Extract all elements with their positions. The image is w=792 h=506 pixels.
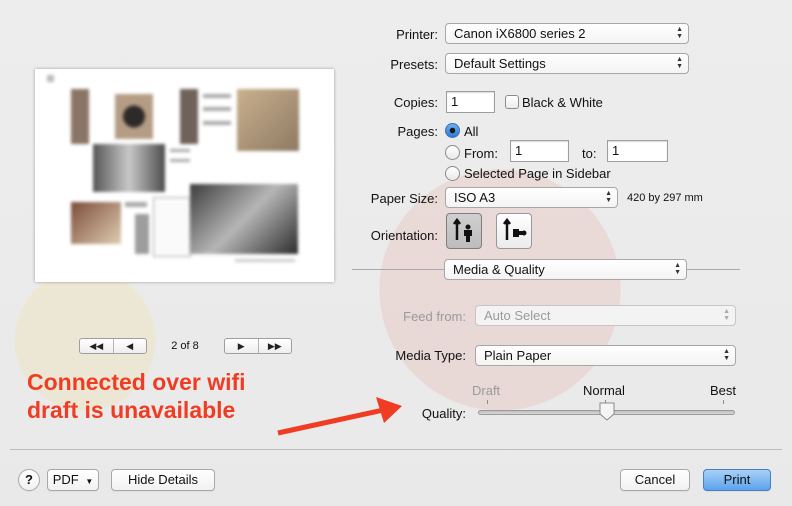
popup-arrows-icon: ▲ ▼ [605, 190, 612, 204]
media-type-value: Plain Paper [484, 348, 552, 363]
preview-thumb [170, 149, 190, 152]
cancel-button[interactable]: Cancel [620, 469, 690, 491]
chevron-down-icon: ▼ [85, 477, 94, 486]
preview-thumb [115, 94, 153, 139]
landscape-icon [503, 217, 527, 240]
pages-to-label: to: [582, 146, 597, 161]
preview-thumb [153, 197, 191, 257]
preview-thumb [190, 184, 298, 254]
quality-normal-label: Normal [583, 383, 625, 398]
preview-thumb [71, 202, 121, 244]
help-button[interactable]: ? [18, 469, 40, 491]
paper-size-value: ISO A3 [454, 190, 496, 205]
copies-field[interactable]: 1 [446, 91, 495, 113]
pages-from-label: From: [464, 146, 498, 161]
last-page-icon[interactable]: ▶▶ [257, 339, 292, 353]
preview-nav-forward: ▶ ▶▶ [224, 338, 292, 354]
copies-label: Copies: [393, 95, 438, 110]
printer-value: Canon iX6800 series 2 [454, 26, 586, 41]
section-value: Media & Quality [453, 262, 545, 277]
quality-slider-knob[interactable] [599, 402, 615, 421]
previous-page-icon[interactable]: ◀ [112, 339, 147, 353]
preview-thumb [47, 75, 54, 82]
page-indicator: 2 of 8 [171, 340, 199, 352]
annotation-text-line-1: Connected over wifi [27, 369, 246, 395]
printer-label: Printer: [396, 27, 438, 42]
presets-label: Presets: [390, 57, 438, 72]
popup-arrows-icon: ▲ ▼ [723, 348, 730, 362]
pages-all-radio[interactable] [445, 123, 460, 138]
orientation-label: Orientation: [370, 228, 438, 243]
footer-separator [10, 449, 782, 450]
presets-value: Default Settings [454, 56, 546, 71]
paper-dimensions: 420 by 297 mm [627, 192, 703, 204]
preview-thumb [135, 214, 149, 254]
printer-select[interactable]: Canon iX6800 series 2 ▲ ▼ [445, 23, 689, 44]
black-white-label: Black & White [522, 95, 603, 110]
pdf-label: PDF [52, 472, 79, 487]
pdf-menu-button[interactable]: PDF ▼ [47, 469, 99, 491]
hide-details-button[interactable]: Hide Details [111, 469, 215, 491]
pages-from-radio[interactable] [445, 145, 460, 160]
media-type-label: Media Type: [395, 348, 466, 363]
annotation-text-line-2: draft is unavailable [27, 397, 236, 423]
preview-thumb [237, 89, 299, 151]
popup-arrows-icon: ▲ ▼ [723, 308, 730, 322]
preview-thumb [235, 259, 295, 262]
presets-select[interactable]: Default Settings ▲ ▼ [445, 53, 689, 74]
preview-nav-back: ◀◀ ◀ [79, 338, 147, 354]
paper-size-label: Paper Size: [370, 191, 438, 206]
popup-arrows-icon: ▲ ▼ [676, 26, 683, 40]
page-preview[interactable] [35, 69, 334, 282]
next-page-icon[interactable]: ▶ [225, 339, 258, 353]
preview-thumb [93, 144, 165, 192]
first-page-icon[interactable]: ◀◀ [80, 339, 113, 353]
feed-from-value: Auto Select [484, 308, 551, 323]
quality-draft-label: Draft [472, 383, 501, 398]
portrait-orientation-button[interactable] [446, 213, 482, 249]
quality-best-label: Best [710, 383, 737, 398]
landscape-orientation-button[interactable] [496, 213, 532, 249]
slider-knob-icon [599, 402, 614, 421]
popup-arrows-icon: ▲ ▼ [674, 262, 681, 276]
preview-thumb [125, 202, 147, 207]
preview-thumb [71, 89, 89, 144]
section-select[interactable]: Media & Quality ▲ ▼ [444, 259, 687, 280]
preview-thumb [203, 94, 231, 98]
black-white-checkbox[interactable] [505, 95, 519, 109]
annotation-arrow-icon [277, 397, 402, 436]
pages-label: Pages: [397, 124, 438, 139]
print-button[interactable]: Print [703, 469, 771, 491]
preview-thumb [170, 159, 190, 162]
pages-sidebar-radio[interactable] [445, 166, 460, 181]
pages-to-field[interactable]: 1 [607, 140, 668, 162]
quality-tick [723, 400, 724, 404]
preview-thumb [203, 121, 231, 125]
feed-from-select: Auto Select ▲ ▼ [475, 305, 736, 326]
preview-thumb [180, 89, 198, 144]
quality-tick [487, 400, 488, 404]
paper-size-select[interactable]: ISO A3 ▲ ▼ [445, 187, 618, 208]
pages-sidebar-label: Selected Page in Sidebar [464, 166, 611, 181]
preview-thumb [203, 107, 231, 111]
pages-from-field[interactable]: 1 [510, 140, 569, 162]
popup-arrows-icon: ▲ ▼ [676, 56, 683, 70]
portrait-icon [453, 217, 472, 242]
pages-all-label: All [464, 124, 479, 139]
feed-from-label: Feed from: [403, 309, 466, 324]
media-type-select[interactable]: Plain Paper ▲ ▼ [475, 345, 736, 366]
